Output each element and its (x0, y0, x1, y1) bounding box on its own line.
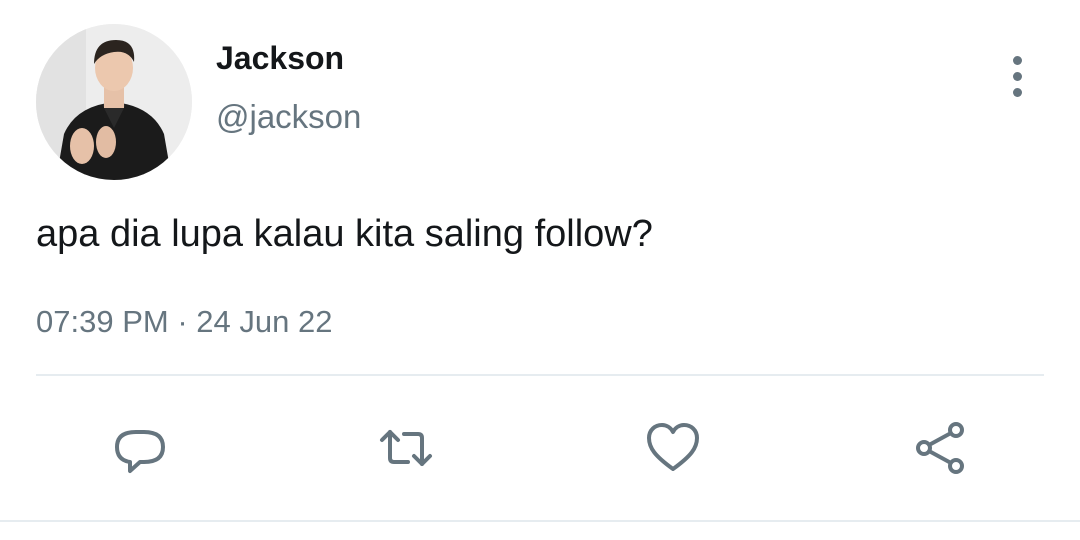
retweet-button[interactable] (376, 418, 436, 478)
avatar-image (36, 24, 192, 180)
tweet-date: 24 Jun 22 (196, 304, 333, 339)
like-button[interactable] (643, 418, 703, 478)
tweet-time: 07:39 PM (36, 304, 169, 339)
dot (1012, 55, 1022, 65)
avatar[interactable] (36, 24, 192, 180)
heart-icon (647, 423, 699, 471)
author-handle[interactable]: @jackson (216, 97, 361, 137)
dot (1012, 87, 1022, 97)
tweet-text: apa dia lupa kalau kita saling follow? (36, 213, 653, 255)
speech-bubble-icon (115, 430, 165, 473)
share-icon (916, 422, 964, 474)
tweet-timestamp[interactable]: 07:39 PM · 24 Jun 22 (36, 302, 332, 342)
divider (36, 374, 1044, 376)
timestamp-separator: · (177, 304, 188, 339)
retweet-icon (380, 430, 432, 466)
divider (0, 520, 1080, 522)
dot (1012, 71, 1022, 81)
reply-button[interactable] (110, 418, 170, 478)
author-display-name[interactable]: Jackson (216, 38, 344, 78)
share-button[interactable] (910, 418, 970, 478)
more-options-icon[interactable] (1000, 52, 1034, 100)
